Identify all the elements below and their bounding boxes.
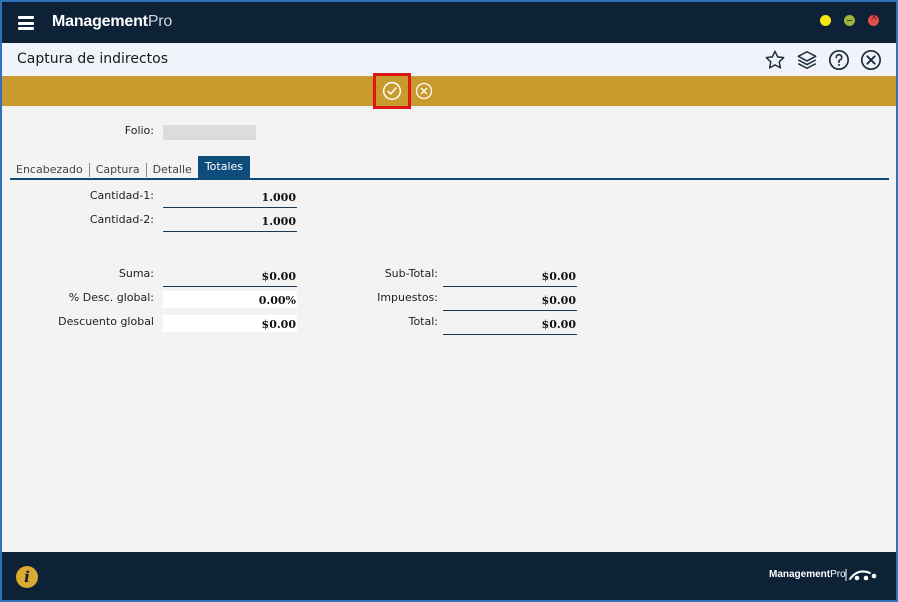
suma-underline — [163, 286, 297, 287]
cantidad1-label: Cantidad-1: — [89, 189, 154, 202]
tab-encabezado[interactable]: Encabezado — [10, 163, 90, 177]
total-label: Total: — [408, 315, 438, 328]
tab-divider — [10, 178, 889, 180]
cantidad2-underline — [163, 231, 297, 232]
desc-pct-value: 0.00% — [258, 294, 296, 307]
tab-detalle[interactable]: Detalle — [147, 161, 198, 178]
footer-brand: ManagementPro — [769, 569, 846, 580]
subtotal-underline — [443, 286, 577, 287]
app-window: ManagementPro Captura de indirectos — [2, 2, 896, 600]
desc-global-value: $0.00 — [261, 318, 296, 331]
minimize-button[interactable] — [820, 15, 831, 26]
title-bar: ManagementPro — [2, 2, 896, 43]
help-icon[interactable] — [828, 49, 850, 71]
layers-icon[interactable] — [796, 49, 818, 71]
menu-icon[interactable] — [18, 16, 34, 30]
cancel-circle-icon[interactable] — [415, 82, 433, 100]
total-value: $0.00 — [541, 318, 576, 331]
footer: i ManagementPro — [2, 552, 896, 600]
page-title: Captura de indirectos — [17, 51, 168, 67]
close-circle-icon[interactable] — [860, 49, 882, 71]
star-icon[interactable] — [764, 49, 786, 71]
folio-field[interactable] — [163, 125, 256, 140]
impuestos-value: $0.00 — [541, 294, 576, 307]
cantidad2-label: Cantidad-2: — [89, 213, 154, 226]
desc-pct-label: % Desc. global: — [68, 291, 154, 304]
maximize-button[interactable] — [844, 15, 855, 26]
subtotal-value: $0.00 — [541, 270, 576, 283]
desc-global-label: Descuento global — [58, 315, 154, 328]
total-underline — [443, 334, 577, 335]
cantidad1-underline — [163, 207, 297, 208]
subtotal-label: Sub-Total: — [384, 267, 438, 280]
suma-label: Suma: — [118, 267, 154, 280]
tab-totales[interactable]: Totales — [197, 156, 251, 178]
impuestos-label: Impuestos: — [377, 291, 438, 304]
action-bar — [2, 73, 896, 109]
check-circle-icon — [382, 81, 402, 101]
tab-bar: Encabezado Captura Detalle Totales — [10, 155, 251, 178]
impuestos-underline — [443, 310, 577, 311]
tab-captura[interactable]: Captura — [90, 163, 147, 177]
confirm-button[interactable] — [373, 73, 411, 109]
suma-value: $0.00 — [261, 270, 296, 283]
cantidad1-value: 1.000 — [261, 191, 296, 204]
cantidad2-value: 1.000 — [261, 215, 296, 228]
page-header: Captura de indirectos — [2, 43, 896, 76]
folio-label: Folio: — [124, 124, 154, 137]
info-icon[interactable]: i — [16, 566, 38, 588]
brand-logo-icon — [845, 569, 877, 581]
app-brand: ManagementPro — [52, 13, 173, 30]
close-window-button[interactable] — [868, 12, 879, 26]
